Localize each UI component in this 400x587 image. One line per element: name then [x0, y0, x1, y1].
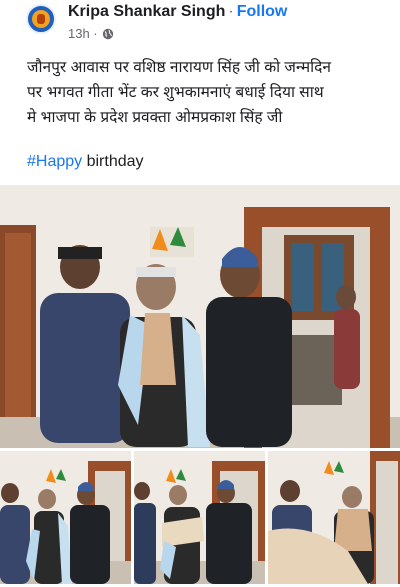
photo-illustration	[0, 185, 400, 448]
post-text-line: मे भाजपा के प्रदेश प्रवक्ता ओमप्रकाश सिं…	[27, 109, 283, 126]
avatar-logo-mark	[37, 14, 45, 24]
hashtag-link[interactable]: #Happy	[27, 153, 82, 170]
post-photo-thumb[interactable]	[0, 451, 131, 584]
post-photo-thumb[interactable]	[268, 451, 400, 584]
post-text-line: जौनपुर आवास पर वशिष्ठ नारायण सिंह जी को …	[27, 59, 331, 76]
author-name[interactable]: Kripa Shankar Singh	[68, 3, 225, 20]
globe-icon	[102, 28, 113, 39]
post-meta: 13h ·	[68, 26, 114, 41]
post-header: Kripa Shankar Singh · Follow 13h ·	[0, 0, 400, 48]
post-text-line: पर भगवत गीता भेंट कर शुभकामनाएं बधाई दिय…	[27, 84, 324, 101]
photo-illustration	[134, 451, 265, 584]
photo-illustration	[268, 451, 400, 584]
separator-dot: ·	[228, 3, 234, 20]
author-line: Kripa Shankar Singh · Follow	[68, 3, 287, 21]
follow-button[interactable]: Follow	[237, 3, 288, 20]
hashtag-rest: birthday	[82, 153, 144, 170]
post-photo-main[interactable]	[0, 185, 400, 448]
hashtag-line: #Happy birthday	[27, 153, 144, 171]
photo-illustration	[0, 451, 131, 584]
post-time[interactable]: 13h ·	[68, 26, 98, 41]
post-body: जौनपुर आवास पर वशिष्ठ नारायण सिंह जी को …	[27, 55, 387, 130]
post-photo-thumb[interactable]	[134, 451, 265, 584]
author-avatar[interactable]	[26, 4, 56, 34]
